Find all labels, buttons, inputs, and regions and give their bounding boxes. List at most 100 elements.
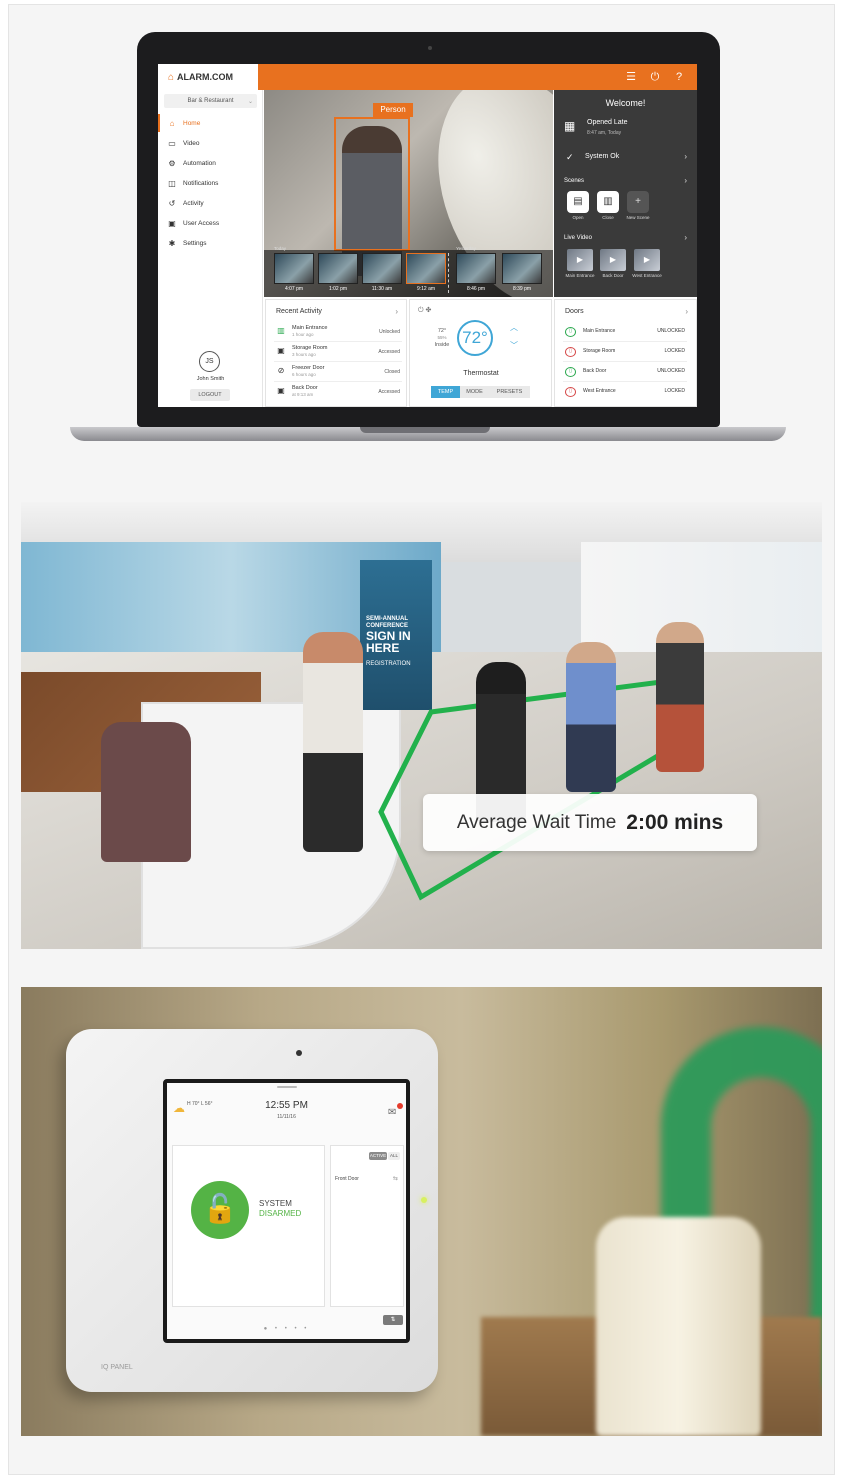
avatar[interactable]: JS <box>199 351 220 372</box>
door-name: West Entrance <box>583 388 616 394</box>
status-title: Opened Late <box>587 119 628 126</box>
laptop-notch <box>360 427 490 433</box>
tab-presets[interactable]: PRESETS <box>489 386 530 398</box>
help-icon[interactable]: ? <box>672 70 686 84</box>
scene-close-button[interactable]: ▥ <box>597 191 619 213</box>
sidebar-item-label: User Access <box>183 219 220 227</box>
chevron-right-icon[interactable]: › <box>395 307 398 316</box>
sidebar-item-user-access[interactable]: ▣ User Access <box>158 213 263 233</box>
sidebar-item-label: Video <box>183 139 200 147</box>
locked-icon[interactable]: ▯ <box>565 387 576 397</box>
store-icon: ▦ <box>564 119 576 133</box>
new-scene-button[interactable]: + <box>627 191 649 213</box>
door-status: LOCKED <box>664 348 685 354</box>
settings-icon: ✱ <box>168 238 176 248</box>
arm-status-card[interactable]: 🔓 SYSTEM DISARMED <box>172 1145 325 1307</box>
door-status: LOCKED <box>664 388 685 394</box>
chevron-right-icon[interactable]: › <box>684 176 687 185</box>
tab-active[interactable]: ACTIVE <box>369 1152 387 1160</box>
doors-title: Doors <box>565 308 584 315</box>
live-video-thumbnail[interactable]: ▶ <box>634 249 660 271</box>
activity-icon: ↺ <box>168 198 176 208</box>
activity-row[interactable]: ⊘ Freezer Door 6 hours ago Closed <box>274 362 402 382</box>
chevron-up-icon[interactable]: ︿ <box>510 322 518 333</box>
person-detection-box <box>334 117 410 251</box>
door-row[interactable]: ▯ West Entrance LOCKED <box>563 382 687 402</box>
mail-icon[interactable]: ✉ <box>388 1107 396 1118</box>
location-select[interactable]: Bar & Restaurant ⌄ <box>164 94 257 108</box>
clip-thumbnail[interactable] <box>502 253 542 284</box>
activity-time: 1 hour ago <box>292 332 314 337</box>
logo-text: ALARM.COM <box>177 72 234 82</box>
sensor-toggle-icon[interactable]: ⇅ <box>383 1315 403 1325</box>
page-indicator-dots[interactable]: ● • • • • <box>167 1326 406 1332</box>
wait-time-overlay: Average Wait Time 2:00 mins <box>423 794 757 851</box>
door-row[interactable]: ▯ Main Entrance UNLOCKED <box>563 322 687 342</box>
system-label: SYSTEM <box>259 1199 292 1208</box>
live-video-title: Live Video <box>564 235 592 241</box>
scene-open-button[interactable]: ▤ <box>567 191 589 213</box>
sidebar-nav: ⌂ Home ▭ Video ⚙ Automation ◫ Notificati… <box>158 113 263 253</box>
user-access-icon: ▣ <box>168 218 176 228</box>
door-row[interactable]: ▯ Storage Room LOCKED <box>563 342 687 362</box>
chevron-right-icon[interactable]: › <box>685 307 688 316</box>
door-row[interactable]: ▯ Back Door UNLOCKED <box>563 362 687 382</box>
camera-view[interactable]: Person Today Yesterday 4:07 pm 1:02 pm 1… <box>264 90 553 297</box>
activity-row[interactable]: ▥ Main Entrance 1 hour ago Unlocked <box>274 322 402 342</box>
clip-thumbnail-selected[interactable] <box>406 253 446 284</box>
clip-thumbnail[interactable] <box>274 253 314 284</box>
clip-thumbnail[interactable] <box>362 253 402 284</box>
pull-down-handle[interactable] <box>277 1086 297 1088</box>
activity-row[interactable]: ▣ Back Door at 9:13 am Accessed <box>274 382 402 402</box>
logout-button[interactable]: LOGOUT <box>190 389 230 401</box>
timeline-label-today: Today <box>274 246 287 251</box>
sidebar-item-label: Automation <box>183 159 216 167</box>
filter-icon[interactable]: ☰ <box>624 70 638 84</box>
clip-time: 1:02 pm <box>328 286 348 292</box>
thermostat-setpoint[interactable]: 72° <box>457 320 493 356</box>
activity-time: 6 hours ago <box>292 372 316 377</box>
tab-temp[interactable]: TEMP <box>431 386 460 398</box>
doors-panel: Doors › ▯ Main Entrance UNLOCKED ▯ Stora… <box>554 299 697 407</box>
locked-icon[interactable]: ▯ <box>565 347 576 357</box>
sidebar-item-activity[interactable]: ↺ Activity <box>158 193 263 213</box>
chevron-down-icon[interactable]: ﹀ <box>510 340 518 351</box>
tab-mode[interactable]: MODE <box>460 386 489 398</box>
activity-row[interactable]: ▣ Storage Room 3 hours ago Accessed <box>274 342 402 362</box>
live-video-thumbnail[interactable]: ▶ <box>567 249 593 271</box>
clip-thumbnail[interactable] <box>318 253 358 284</box>
sidebar-item-notifications[interactable]: ◫ Notifications <box>158 173 263 193</box>
sidebar-item-home[interactable]: ⌂ Home <box>158 113 263 133</box>
panel-time: 12:55 PM <box>265 1100 308 1111</box>
unlocked-padlock-icon[interactable]: 🔓 <box>191 1181 249 1239</box>
sidebar-item-video[interactable]: ▭ Video <box>158 133 263 153</box>
sidebar-item-settings[interactable]: ✱ Settings <box>158 233 263 253</box>
timeline-label-yesterday: Yesterday <box>456 246 476 251</box>
power-icon[interactable]: ⏻ <box>648 70 662 84</box>
chevron-right-icon[interactable]: › <box>684 233 687 242</box>
activity-time: at 9:13 am <box>292 392 314 397</box>
sensor-name[interactable]: Front Door <box>335 1176 359 1182</box>
live-video-thumbnail[interactable]: ▶ <box>600 249 626 271</box>
video-timeline[interactable]: Today Yesterday 4:07 pm 1:02 pm 11:30 am… <box>264 246 553 297</box>
location-label: Bar & Restaurant <box>187 98 234 104</box>
wait-time-label: Average Wait Time <box>456 811 617 833</box>
activity-name: Main Entrance <box>292 325 328 331</box>
activity-status: Unlocked <box>379 329 400 335</box>
person-detection-label: Person <box>373 103 413 117</box>
chevron-right-icon[interactable]: › <box>684 152 687 161</box>
sidebar-item-automation[interactable]: ⚙ Automation <box>158 153 263 173</box>
unlocked-icon[interactable]: ▯ <box>565 327 576 337</box>
live-video-label: Back Door <box>602 273 624 278</box>
system-status[interactable]: System Ok <box>585 153 619 160</box>
scenes-title: Scenes <box>564 178 585 184</box>
alarm-logo[interactable]: ⌂ ALARM.COM <box>158 64 258 90</box>
unlocked-icon[interactable]: ▯ <box>565 367 576 377</box>
tab-all[interactable]: ALL <box>388 1152 400 1160</box>
banner-sub-text: REGISTRATION <box>366 661 411 667</box>
panel-brand: IQ PANEL <box>101 1364 133 1371</box>
top-bar: ⌂ ALARM.COM ☰ ⏻ ? <box>158 64 697 90</box>
scene-label: New Scene <box>626 215 650 220</box>
clip-thumbnail[interactable] <box>456 253 496 284</box>
sidebar-item-label: Settings <box>183 239 207 247</box>
